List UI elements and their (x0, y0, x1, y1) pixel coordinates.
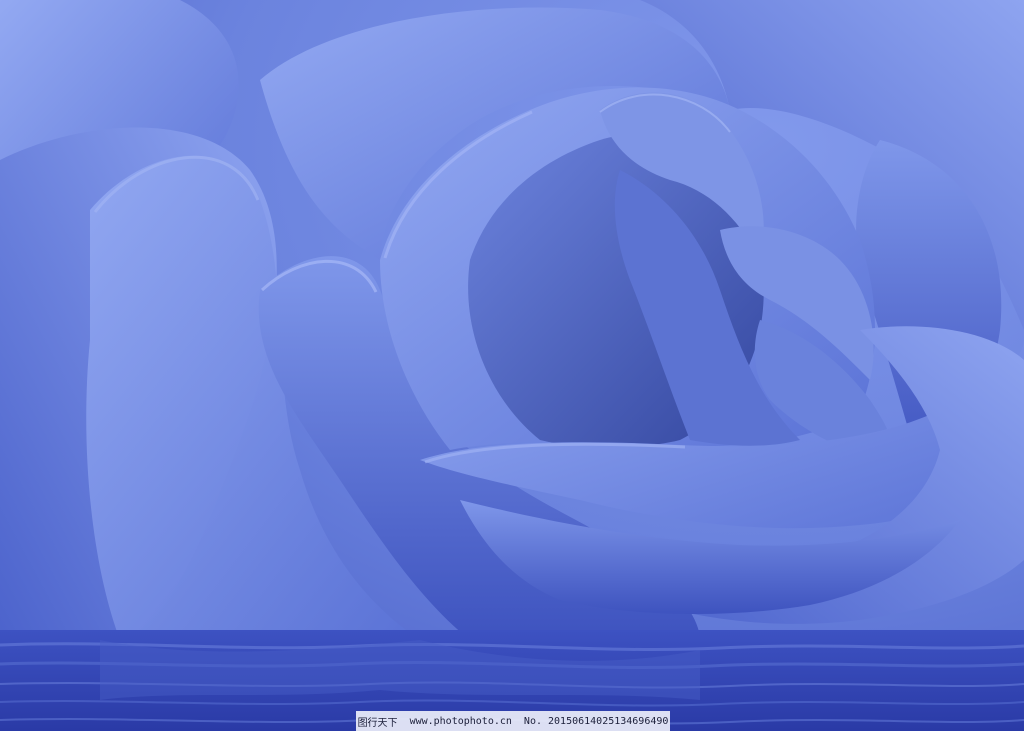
blue-rose-photo (0, 0, 1024, 731)
photo-scene: 图行天下 www.photophoto.cn No. 2015061402513… (0, 0, 1024, 731)
watermark-bar: 图行天下 www.photophoto.cn No. 2015061402513… (356, 711, 670, 731)
watermark-url: www.photophoto.cn (409, 715, 512, 727)
watermark-number: No. 20150614025134696490 (523, 715, 669, 727)
watermark-site-name: 图行天下 (357, 717, 398, 729)
